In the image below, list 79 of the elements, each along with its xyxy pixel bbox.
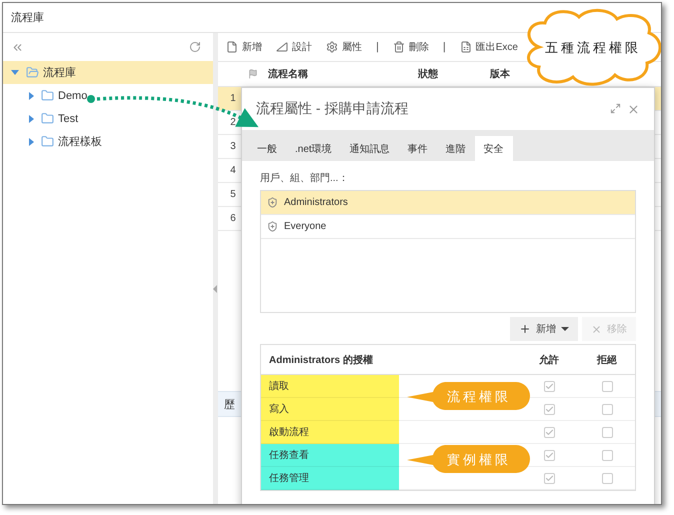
checkbox[interactable] <box>544 380 554 392</box>
checkbox[interactable] <box>544 404 554 414</box>
column-header[interactable]: 狀態 <box>418 67 438 81</box>
dialog-title: 流程屬性 - 採購申請流程 <box>256 100 408 118</box>
collapse-arrow-icon[interactable] <box>213 285 218 293</box>
flag-icon <box>248 69 258 79</box>
column-header: 允許 <box>519 345 579 375</box>
tree-label: 流程樣板 <box>58 134 102 149</box>
principals-label: 用戶、組、部門...： <box>260 172 350 185</box>
toolbar-button[interactable]: 設計 <box>276 40 312 54</box>
shield-icon <box>267 197 278 208</box>
row-number: 4 <box>229 165 237 176</box>
folder-icon <box>41 89 54 102</box>
checkbox[interactable] <box>602 404 612 414</box>
ruler-icon <box>276 41 288 53</box>
checkbox[interactable] <box>602 426 612 438</box>
toolbar-button[interactable]: 新增 <box>226 40 262 54</box>
toolbar-separator: | <box>442 41 446 53</box>
checkbox[interactable] <box>544 426 554 438</box>
close-icon[interactable] <box>627 102 640 116</box>
toolbar-separator: | <box>376 41 379 53</box>
row-number: 1 <box>229 93 237 104</box>
permission-name: 任務管理 <box>261 467 399 490</box>
maximize-icon[interactable] <box>610 102 621 114</box>
tree-label: Test <box>58 112 78 124</box>
caret-icon[interactable] <box>29 138 34 146</box>
tree-label: 流程庫 <box>43 66 76 80</box>
plus-icon <box>519 323 531 335</box>
dialog-tab[interactable]: 事件 <box>398 136 437 161</box>
trash-icon <box>392 41 405 53</box>
permission-name: 讀取 <box>261 375 399 398</box>
column-header[interactable]: 版本 <box>490 67 510 81</box>
tree-item[interactable]: 流程樣板 <box>3 130 213 153</box>
callout-text: 實例權限 <box>447 451 511 469</box>
caret-icon[interactable] <box>29 92 34 100</box>
folder-icon <box>41 112 54 125</box>
dialog-tab[interactable]: .net環境 <box>286 136 341 161</box>
caret-icon <box>561 327 569 331</box>
callout-text: 流程權限 <box>447 388 511 406</box>
row-number: 3 <box>229 141 237 152</box>
folder-icon <box>26 66 39 79</box>
shield-icon <box>267 221 278 232</box>
tree-item[interactable]: Test <box>3 107 213 130</box>
checkbox[interactable] <box>602 450 612 460</box>
tree-item[interactable]: Demo <box>3 84 213 107</box>
spreadsheet-icon <box>460 41 472 53</box>
row-number: 2 <box>229 117 237 128</box>
checkbox[interactable] <box>544 472 554 484</box>
gear-icon <box>326 41 338 53</box>
toolbar-button[interactable]: 匯出Exce <box>460 40 518 54</box>
tree-label: Demo <box>58 90 88 102</box>
dialog-tab[interactable]: 通知訊息 <box>340 136 399 161</box>
permission-name: 任務查看 <box>261 444 399 467</box>
column-header[interactable]: 流程名稱 <box>268 67 308 81</box>
principal-name: Administrators <box>284 197 348 208</box>
caret-icon[interactable] <box>29 114 34 122</box>
close-icon <box>591 324 602 334</box>
column-header: 拒絕 <box>579 345 635 375</box>
row-number: 6 <box>229 213 237 224</box>
permission-name: 寫入 <box>261 398 399 421</box>
checkbox[interactable] <box>602 472 612 484</box>
file-icon <box>226 41 238 53</box>
folder-icon <box>41 135 54 148</box>
permission-name: 啟動流程 <box>261 421 399 444</box>
principal-name: Everyone <box>284 221 326 232</box>
checkbox[interactable] <box>602 380 612 392</box>
caret-icon[interactable] <box>11 70 19 75</box>
callout-text: 五種流程權限 <box>545 39 641 57</box>
tree-item[interactable]: 流程庫 <box>3 61 213 84</box>
refresh-icon[interactable] <box>189 41 201 53</box>
add-button[interactable]: 新增 <box>510 317 578 341</box>
dialog-tab[interactable]: 進階 <box>436 136 475 161</box>
dialog-tab[interactable]: 安全 <box>474 136 513 161</box>
dialog-tab[interactable]: 一般 <box>248 136 286 161</box>
toolbar-button[interactable]: 屬性 <box>326 40 362 54</box>
principal-item[interactable]: Administrators <box>261 191 635 215</box>
toolbar-button[interactable]: 刪除 <box>392 40 429 54</box>
checkbox[interactable] <box>544 450 554 460</box>
row-number: 5 <box>229 189 237 200</box>
